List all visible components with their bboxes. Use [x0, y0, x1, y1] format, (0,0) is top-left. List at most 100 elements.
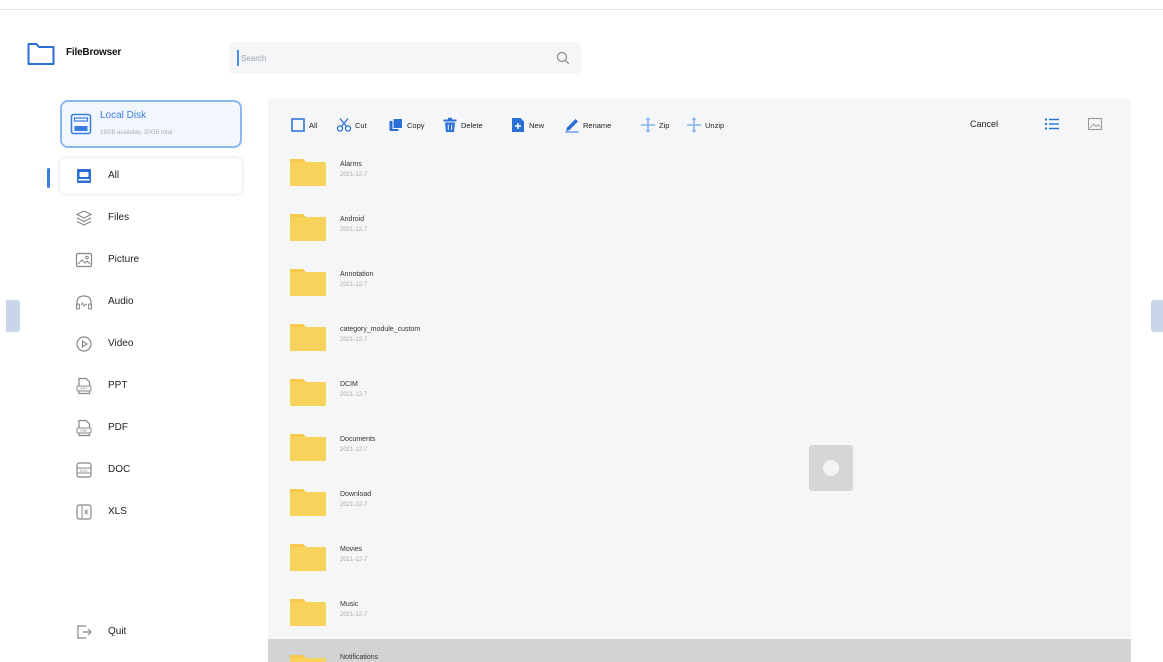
pdf-icon: PDF — [76, 419, 92, 437]
list-item[interactable]: Download 2021-12-7 — [268, 479, 1131, 533]
file-date: 2021-12-7 — [340, 172, 368, 178]
copy-icon — [389, 118, 403, 131]
new-file-icon — [512, 118, 524, 132]
sidebar-item-label: Picture — [108, 254, 140, 265]
top-divider — [0, 9, 1163, 10]
sidebar-item-xls[interactable]: XLS — [60, 494, 242, 530]
search-box[interactable] — [229, 42, 581, 74]
file-date: 2021-12-7 — [340, 502, 368, 508]
list-item-selected[interactable]: Notifications — [268, 639, 1131, 662]
sidebar-item-label: DOC — [108, 464, 131, 475]
folder-icon — [290, 324, 326, 351]
all-icon — [77, 169, 91, 183]
search-input[interactable] — [237, 50, 537, 66]
file-name: Movies — [340, 546, 363, 553]
list-item[interactable]: Movies 2021-12-7 — [268, 534, 1131, 588]
zip-label: Zip — [659, 120, 670, 130]
sidebar-item-label: XLS — [108, 506, 127, 517]
file-name: Android — [340, 216, 365, 223]
sidebar-item-all[interactable]: All — [60, 158, 242, 194]
svg-text:PPT: PPT — [81, 387, 89, 391]
list-item[interactable]: category_module_custom 2021-12-7 — [268, 314, 1131, 368]
sidebar-item-picture[interactable]: Picture — [60, 242, 242, 278]
file-name: Alarms — [340, 161, 362, 168]
pencil-icon — [565, 119, 579, 133]
cancel-button[interactable]: Cancel — [970, 119, 998, 129]
file-name: category_module_custom — [340, 326, 421, 333]
sidebar-item-label: PDF — [108, 422, 128, 433]
sidebar-item-label: All — [108, 170, 120, 181]
sidebar-item-files[interactable]: Files — [60, 200, 242, 236]
sidebar-item-label: Audio — [108, 296, 134, 307]
file-list-panel: All Cut Copy Delete New Rename Zip Unzip… — [268, 99, 1131, 662]
file-name: Music — [340, 601, 359, 608]
file-name: Notifications — [340, 654, 379, 661]
unzip-button[interactable]: Unzip — [686, 116, 724, 134]
search-icon[interactable] — [555, 50, 571, 66]
folder-icon — [290, 159, 326, 186]
disk-title: Local Disk — [100, 110, 147, 121]
folder-icon — [290, 214, 326, 241]
right-drawer-handle[interactable] — [1151, 300, 1163, 332]
sidebar-item-doc[interactable]: DOC DOC — [60, 452, 242, 488]
floating-button-dot — [823, 460, 839, 476]
sidebar-item-pdf[interactable]: PDF PDF — [60, 410, 242, 446]
zip-button[interactable]: Zip — [640, 116, 669, 134]
trash-icon — [443, 117, 457, 132]
list-item[interactable]: Android 2021-12-7 — [268, 204, 1131, 258]
quit-button[interactable]: Quit — [60, 614, 180, 650]
app-title: FileBrowser — [66, 47, 122, 58]
file-name: Documents — [340, 436, 376, 443]
folder-icon — [290, 544, 326, 571]
svg-text:DOC: DOC — [80, 469, 88, 473]
select-all-label: All — [309, 120, 318, 130]
folder-logo-icon — [27, 43, 55, 65]
folder-icon — [290, 655, 326, 662]
delete-label: Delete — [461, 120, 483, 130]
file-date: 2021-12-7 — [340, 447, 368, 453]
sidebar-item-label: Video — [108, 338, 134, 349]
list-item[interactable]: DCIM 2021-12-7 — [268, 369, 1131, 423]
cut-button[interactable]: Cut — [336, 116, 367, 134]
image-view-icon[interactable] — [1087, 116, 1103, 132]
copy-label: Copy — [407, 120, 425, 130]
sidebar-item-ppt[interactable]: PPT PPT — [60, 368, 242, 404]
list-view-icon[interactable] — [1044, 116, 1060, 132]
rename-button[interactable]: Rename — [564, 116, 611, 134]
select-all-button[interactable]: All — [290, 116, 317, 134]
file-date: 2021-12-7 — [340, 337, 368, 343]
list-item[interactable]: Alarms 2021-12-7 — [268, 149, 1131, 203]
list-item[interactable]: Documents 2021-12-7 — [268, 424, 1131, 478]
left-drawer-handle[interactable] — [6, 300, 20, 332]
scissors-icon — [336, 118, 352, 132]
list-item[interactable]: Annotation 2021-12-7 — [268, 259, 1131, 313]
toolbar: All Cut Copy Delete New Rename Zip Unzip… — [268, 99, 1131, 149]
video-icon — [76, 336, 92, 352]
folder-icon — [290, 599, 326, 626]
sidebar-item-video[interactable]: Video — [60, 326, 242, 362]
list-item[interactable]: Music 2021-12-7 — [268, 589, 1131, 643]
quit-icon — [77, 625, 92, 639]
disk-icon — [70, 113, 92, 135]
xls-icon — [76, 504, 92, 520]
folder-icon — [290, 489, 326, 516]
folder-icon — [290, 379, 326, 406]
sidebar-item-label: PPT — [108, 380, 128, 391]
file-date: 2021-12-7 — [340, 612, 368, 618]
svg-text:PDF: PDF — [80, 429, 88, 433]
checkbox-icon — [291, 118, 305, 132]
copy-button[interactable]: Copy — [388, 116, 425, 134]
local-disk-card[interactable]: Local Disk 19GB available, 20GB total — [60, 100, 242, 148]
file-name: DCIM — [340, 381, 358, 388]
doc-icon: DOC — [76, 462, 92, 478]
file-date: 2021-12-7 — [340, 557, 368, 563]
zip-icon — [641, 117, 655, 133]
nav-active-indicator — [47, 168, 50, 188]
delete-button[interactable]: Delete — [442, 116, 483, 134]
new-button[interactable]: New — [510, 116, 544, 134]
floating-assistive-button[interactable] — [809, 445, 853, 491]
disk-capacity: 19GB available, 20GB total — [100, 130, 173, 136]
file-date: 2021-12-7 — [340, 392, 368, 398]
sidebar-item-audio[interactable]: Audio — [60, 284, 242, 320]
file-date: 2021-12-7 — [340, 282, 368, 288]
